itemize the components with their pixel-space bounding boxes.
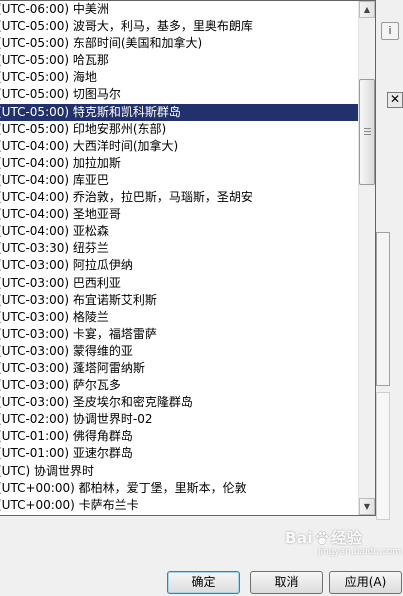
paw-logo-icon <box>315 531 329 545</box>
timezone-option[interactable]: (UTC-03:30) 纽芬兰 <box>0 240 358 257</box>
watermark-text-right: 经验 <box>331 529 363 547</box>
timezone-option[interactable]: (UTC-04:00) 加拉加斯 <box>0 155 358 172</box>
timezone-option[interactable]: (UTC-03:00) 卡宴，福塔雷萨 <box>0 326 358 343</box>
timezone-option[interactable]: (UTC-05:00) 东部时间(美国和加拿大) <box>0 35 358 52</box>
timezone-option[interactable]: (UTC) 协调世界时 <box>0 463 358 480</box>
watermark-text-left: Bai <box>285 529 314 547</box>
timezone-option[interactable]: (UTC-01:00) 亚速尔群岛 <box>0 445 358 462</box>
timezone-option[interactable]: (UTC-03:00) 蓬塔阿雷纳斯 <box>0 360 358 377</box>
ok-button[interactable]: 确定 <box>167 571 240 594</box>
timezone-list: (UTC-06:00) 中美洲 (UTC-05:00) 波哥大，利马，基多，里奥布… <box>0 1 358 514</box>
timezone-option[interactable]: (UTC-03:00) 格陵兰 <box>0 309 358 326</box>
scroll-down-arrow-icon[interactable]: ▼ <box>359 498 375 515</box>
timezone-option[interactable]: (UTC+00:00) 都柏林，爱丁堡，里斯本，伦敦 <box>0 480 358 497</box>
timezone-option[interactable]: (UTC-03:00) 阿拉瓜伊纳 <box>0 257 358 274</box>
baidu-watermark: Bai 经验 <box>285 527 362 548</box>
cancel-button[interactable]: 取消 <box>250 571 323 594</box>
apply-button[interactable]: 应用(A) <box>329 571 402 594</box>
close-button[interactable]: ✕ <box>387 92 403 108</box>
timezone-option[interactable]: (UTC-03:00) 巴西利亚 <box>0 275 358 292</box>
watermark-url: jingyan.baidu.com <box>318 547 402 557</box>
timezone-option[interactable]: (UTC-05:00) 哈瓦那 <box>0 52 358 69</box>
timezone-option[interactable]: (UTC-04:00) 圣地亚哥 <box>0 206 358 223</box>
timezone-option[interactable]: (UTC+00:00) 卡萨布兰卡 <box>0 497 358 514</box>
list-scrollbar[interactable]: ▲ ▼ <box>358 1 375 515</box>
scrollbar-thumb[interactable] <box>359 79 375 185</box>
timezone-option[interactable]: (UTC-03:00) 布宜诺斯艾利斯 <box>0 292 358 309</box>
help-button[interactable]: i <box>381 22 399 40</box>
timezone-option[interactable]: (UTC-05:00) 波哥大，利马，基多，里奥布朗库 <box>0 18 358 35</box>
timezone-option[interactable]: (UTC-03:00) 圣皮埃尔和密克隆群岛 <box>0 394 358 411</box>
timezone-option[interactable]: (UTC-06:00) 中美洲 <box>0 1 358 18</box>
timezone-option[interactable]: (UTC-04:00) 乔治敦，拉巴斯，马瑙斯，圣胡安 <box>0 189 358 206</box>
timezone-dropdown-list[interactable]: (UTC-06:00) 中美洲 (UTC-05:00) 波哥大，利马，基多，里奥布… <box>0 0 376 516</box>
timezone-option[interactable]: (UTC-04:00) 大西洋时间(加拿大) <box>0 138 358 155</box>
timezone-option[interactable]: (UTC-05:00) 特克斯和凯科斯群岛 <box>0 103 358 121</box>
timezone-option[interactable]: (UTC-01:00) 佛得角群岛 <box>0 428 358 445</box>
timezone-option[interactable]: (UTC-05:00) 印地安那州(东部) <box>0 121 358 138</box>
timezone-option[interactable]: (UTC-02:00) 协调世界时-02 <box>0 411 358 428</box>
timezone-option[interactable]: (UTC-03:00) 蒙得维的亚 <box>0 343 358 360</box>
timezone-option[interactable]: (UTC-04:00) 亚松森 <box>0 223 358 240</box>
timezone-option[interactable]: (UTC-04:00) 库亚巴 <box>0 172 358 189</box>
timezone-option[interactable]: (UTC-03:00) 萨尔瓦多 <box>0 377 358 394</box>
timezone-option[interactable]: (UTC-05:00) 海地 <box>0 69 358 86</box>
timezone-option[interactable]: (UTC-05:00) 切图马尔 <box>0 86 358 103</box>
settings-group-box <box>376 232 390 386</box>
scroll-up-arrow-icon[interactable]: ▲ <box>359 1 375 18</box>
settings-inner-box <box>376 392 390 520</box>
